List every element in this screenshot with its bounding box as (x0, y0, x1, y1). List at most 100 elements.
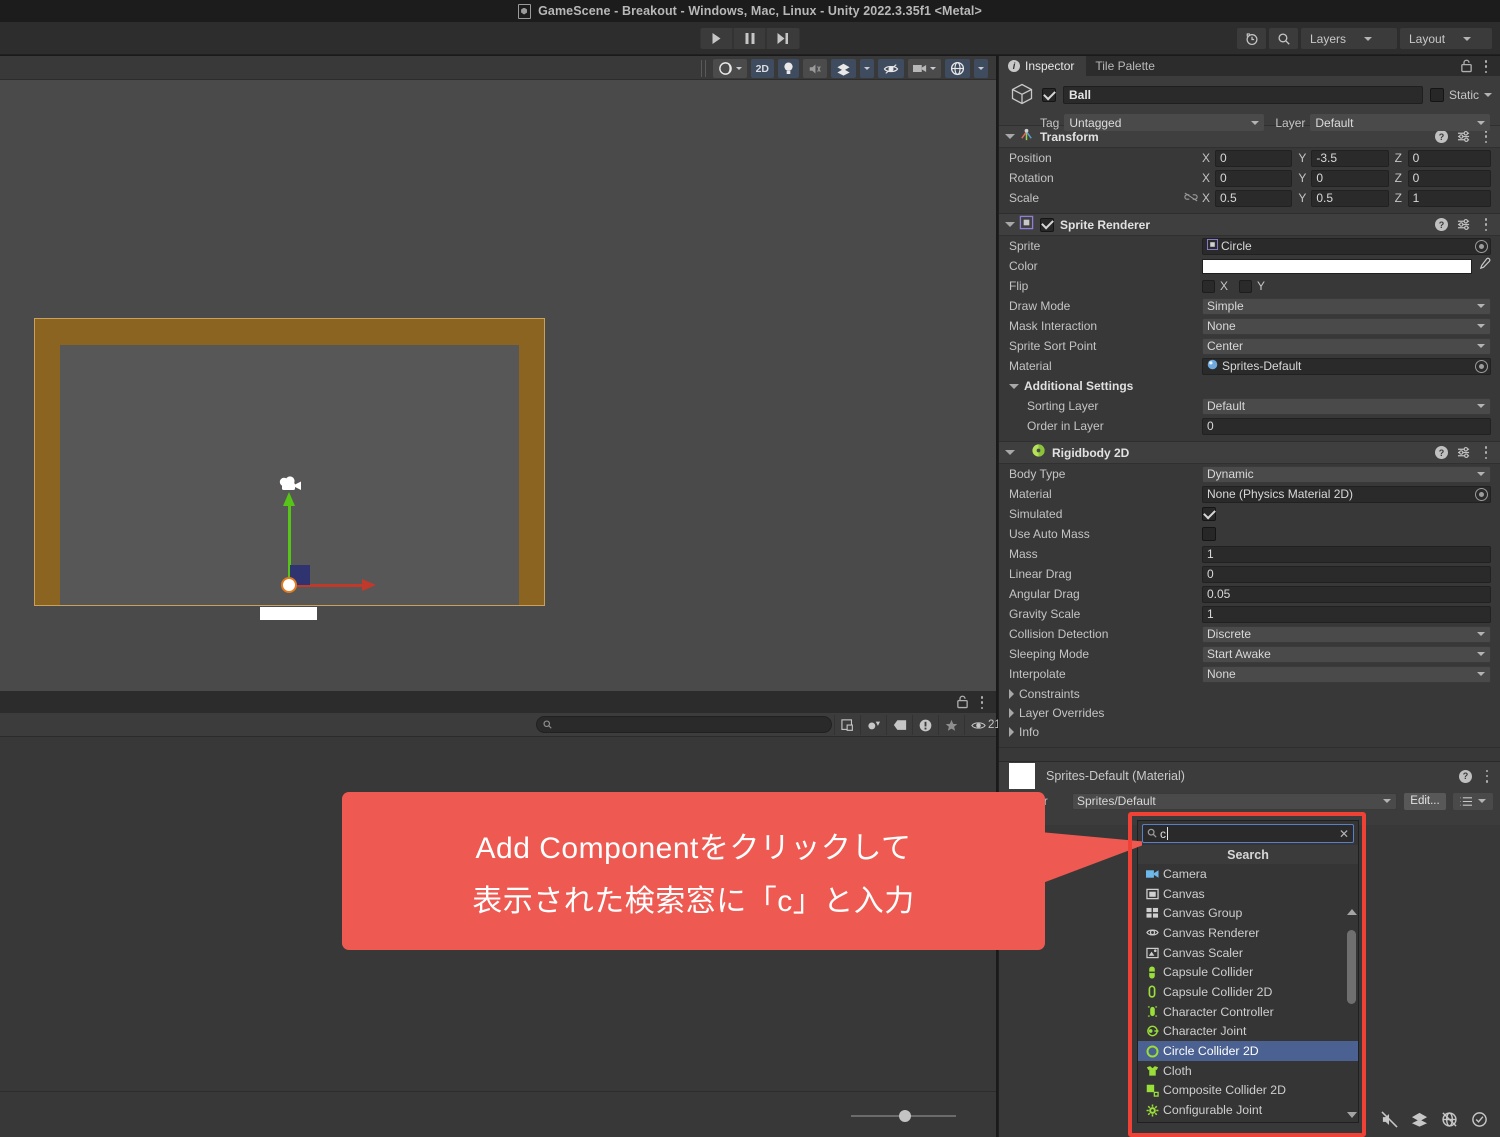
gameobject-active-checkbox[interactable] (1042, 88, 1056, 102)
list-item-character-joint[interactable]: Character Joint (1138, 1022, 1358, 1042)
draw-mode-shaded-icon[interactable] (712, 59, 747, 78)
gizmos-toggle[interactable] (945, 59, 970, 78)
preset-icon[interactable] (1457, 130, 1471, 143)
foldout-icon[interactable] (1009, 383, 1019, 389)
tab-tile-palette[interactable]: Tile Palette (1086, 56, 1167, 76)
layers-dropdown[interactable]: Layers (1301, 28, 1397, 49)
foldout-icon[interactable] (1005, 222, 1015, 227)
interpolate-dropdown[interactable]: None (1202, 665, 1491, 683)
audio-toggle[interactable] (803, 59, 827, 78)
use-auto-mass-checkbox[interactable] (1202, 527, 1216, 541)
list-scrollbar[interactable] (1346, 912, 1356, 1106)
no-audio-icon[interactable] (1381, 1111, 1398, 1128)
help-icon[interactable]: ? (1435, 218, 1448, 231)
rotation-y-input[interactable]: 0 (1311, 169, 1389, 187)
gizmo-x-axis-arrow[interactable] (362, 579, 376, 591)
add-component-search-popup[interactable]: c ✕ Search Camera Canvas Canvas Group Ca… (1137, 820, 1359, 1123)
scale-x-input[interactable]: 0.5 (1215, 189, 1293, 207)
material-menu-icon[interactable] (1481, 769, 1493, 783)
help-icon[interactable]: ? (1459, 769, 1472, 783)
hidden-objects-toggle[interactable] (878, 59, 904, 78)
effects-dropdown[interactable] (860, 59, 874, 78)
chevron-down-icon[interactable] (1484, 93, 1492, 97)
simulated-checkbox[interactable] (1202, 507, 1216, 521)
list-item-canvas-group[interactable]: Canvas Group (1138, 903, 1358, 923)
scale-z-input[interactable]: 1 (1407, 189, 1491, 207)
tag-dropdown[interactable]: Untagged (1064, 114, 1265, 131)
component-menu-icon[interactable] (1480, 218, 1492, 231)
filter-label-icon[interactable] (886, 715, 912, 735)
flip-y-checkbox[interactable] (1239, 279, 1253, 293)
search-icon[interactable] (1269, 28, 1298, 49)
favorite-icon[interactable] (938, 715, 964, 735)
rigidbody2d-header[interactable]: Rigidbody 2D ? (999, 442, 1500, 464)
collision-detection-dropdown[interactable]: Discrete (1202, 625, 1491, 643)
help-icon[interactable]: ? (1435, 130, 1448, 143)
add-component-search-input[interactable]: c ✕ (1142, 824, 1354, 843)
list-item-circle-collider-2d[interactable]: Circle Collider 2D (1138, 1041, 1358, 1061)
info-foldout[interactable]: Info (999, 722, 1500, 741)
check-circle-icon[interactable] (1471, 1111, 1488, 1128)
paddle-object[interactable] (260, 607, 317, 620)
static-checkbox[interactable] (1429, 88, 1444, 102)
position-x-input[interactable]: 0 (1215, 149, 1293, 167)
tab-inspector[interactable]: i Inspector (999, 56, 1087, 76)
constraints-foldout[interactable]: Constraints (999, 684, 1500, 703)
preset-icon[interactable] (1457, 218, 1471, 231)
order-in-layer-input[interactable]: 0 (1202, 417, 1491, 435)
foldout-icon[interactable] (1005, 134, 1015, 139)
save-search-icon[interactable] (834, 715, 860, 735)
scene-canvas[interactable] (0, 80, 996, 691)
additional-settings-foldout[interactable]: Additional Settings (999, 376, 1500, 396)
preset-icon[interactable] (1457, 446, 1471, 459)
scale-link-icon[interactable] (1184, 192, 1198, 205)
scene-view-panel[interactable]: 2D (0, 56, 996, 691)
rotation-x-input[interactable]: 0 (1215, 169, 1293, 187)
angular-drag-input[interactable]: 0.05 (1202, 585, 1491, 603)
static-toggle-group[interactable]: Static (1429, 88, 1492, 102)
sprite-renderer-header[interactable]: Sprite Renderer ? (999, 214, 1500, 236)
sprite-object-field[interactable]: Circle (1202, 237, 1491, 255)
component-menu-icon[interactable] (1480, 130, 1492, 143)
camera-settings-icon[interactable] (908, 59, 941, 78)
rb-material-object-field[interactable]: None (Physics Material 2D) (1202, 485, 1491, 503)
zoom-knob[interactable] (899, 1110, 911, 1122)
list-item-capsule-collider[interactable]: Capsule Collider (1138, 962, 1358, 982)
component-menu-icon[interactable] (1480, 446, 1492, 459)
no-gizmos-icon[interactable] (1441, 1111, 1458, 1128)
lock-icon[interactable] (956, 695, 969, 709)
list-item-camera[interactable]: Camera (1138, 864, 1358, 884)
inspector-panel[interactable]: i Inspector Tile Palette Ball Static Tag… (998, 56, 1500, 1137)
layout-dropdown[interactable]: Layout (1400, 28, 1492, 49)
shader-options-button[interactable] (1453, 792, 1493, 810)
sr-material-object-field[interactable]: Sprites-Default (1202, 357, 1491, 375)
sorting-layer-dropdown[interactable]: Default (1202, 397, 1491, 415)
eyedropper-icon[interactable] (1478, 257, 1491, 275)
filter-warning-icon[interactable] (912, 715, 938, 735)
sprite-sort-point-dropdown[interactable]: Center (1202, 337, 1491, 355)
foldout-icon[interactable] (1009, 707, 1014, 718)
sleeping-mode-dropdown[interactable]: Start Awake (1202, 645, 1491, 663)
lighting-toggle[interactable] (778, 59, 799, 78)
inspector-menu-icon[interactable] (1480, 60, 1492, 73)
position-z-input[interactable]: 0 (1407, 149, 1491, 167)
list-item-canvas-renderer[interactable]: Canvas Renderer (1138, 923, 1358, 943)
flip-x-checkbox[interactable] (1202, 279, 1215, 293)
object-picker-icon[interactable] (1475, 487, 1488, 501)
rotation-z-input[interactable]: 0 (1407, 169, 1491, 187)
layer-dropdown[interactable]: Default (1310, 114, 1491, 131)
help-icon[interactable]: ? (1435, 446, 1448, 459)
object-picker-icon[interactable] (1475, 239, 1488, 253)
clear-icon[interactable]: ✕ (1339, 827, 1349, 841)
shader-dropdown[interactable]: Sprites/Default (1072, 792, 1397, 810)
position-y-input[interactable]: -3.5 (1311, 149, 1389, 167)
layers-stack-icon[interactable] (1411, 1111, 1428, 1128)
gameobject-name-input[interactable]: Ball (1063, 86, 1423, 104)
play-button[interactable] (700, 28, 734, 49)
gravity-scale-input[interactable]: 1 (1202, 605, 1491, 623)
list-item-capsule-collider-2d[interactable]: Capsule Collider 2D (1138, 982, 1358, 1002)
list-item-character-controller[interactable]: Character Controller (1138, 1002, 1358, 1022)
gizmos-dropdown[interactable] (974, 59, 988, 78)
list-item-canvas[interactable]: Canvas (1138, 884, 1358, 904)
inspector-lock-icon[interactable] (1460, 59, 1473, 73)
